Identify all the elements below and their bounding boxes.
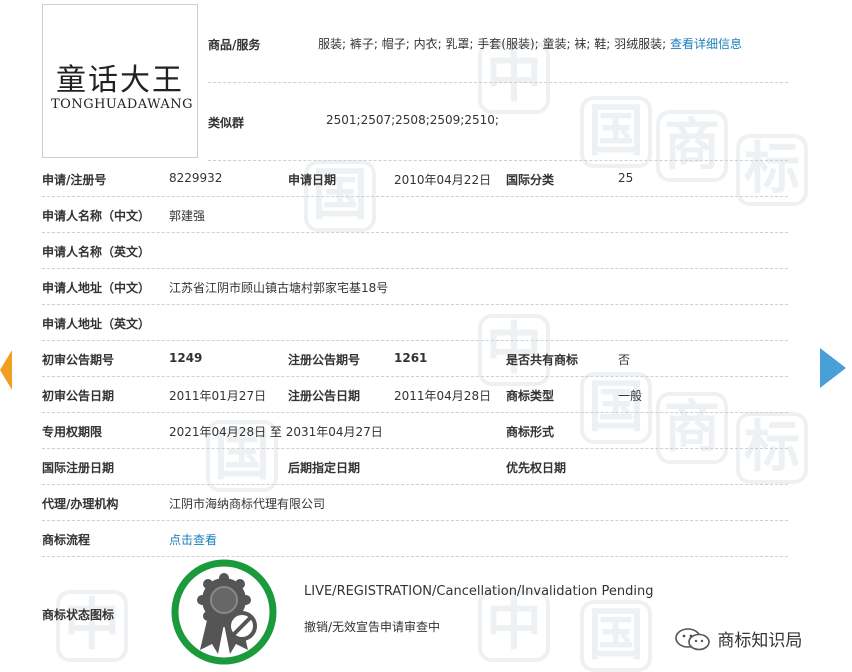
row-registration: 申请/注册号 8229932 申请日期 2010年04月22日 国际分类 25 — [42, 160, 788, 197]
reg-no-label: 申请/注册号 — [42, 173, 107, 187]
row-applicant-cn: 申请人名称（中文） 郭建强 — [42, 196, 788, 233]
shared-label: 是否共有商标 — [506, 353, 579, 367]
status-icon-label: 商标状态图标 — [42, 608, 115, 622]
similar-group-label: 类似群 — [208, 116, 245, 130]
reg-pub-no-label: 注册公告期号 — [288, 353, 361, 367]
prelim-date-value: 2011年01月27日 — [169, 389, 267, 403]
trademark-logo-pinyin: TONGHUADAWANG — [51, 97, 194, 112]
goods-detail-link[interactable]: 查看详细信息 — [670, 37, 742, 51]
trademark-image: 童话大王 TONGHUADAWANG — [42, 4, 198, 158]
trademark-logo-text: 童话大王 — [56, 63, 184, 98]
row-status: 商标状态图标 LIVE/REGISTRATION/Cancellation/In… — [42, 556, 788, 672]
prelim-date-label: 初审公告日期 — [42, 389, 115, 403]
later-date-label: 后期指定日期 — [288, 461, 361, 475]
intl-class-label: 国际分类 — [506, 173, 555, 187]
prelim-no-value: 1249 — [169, 351, 203, 365]
flow-label: 商标流程 — [42, 533, 91, 547]
status-cn-text: 撤销/无效宣告申请审查中 — [304, 620, 441, 634]
status-en-text: LIVE/REGISTRATION/Cancellation/Invalidat… — [304, 584, 654, 599]
applicant-cn-label: 申请人名称（中文） — [42, 209, 151, 223]
apply-date-value: 2010年04月22日 — [394, 173, 492, 187]
row-exclusive: 专用权期限 2021年04月28日 至 2031年04月27日 商标形式 — [42, 412, 788, 449]
tm-type-label: 商标类型 — [506, 389, 555, 403]
address-cn-label: 申请人地址（中文） — [42, 281, 151, 295]
applicant-cn-value: 郭建强 — [169, 209, 206, 223]
address-cn-value: 江苏省江阴市顾山镇古塘村郭家宅基18号 — [169, 281, 389, 295]
row-address-cn: 申请人地址（中文） 江苏省江阴市顾山镇古塘村郭家宅基18号 — [42, 268, 788, 305]
priority-date-label: 优先权日期 — [506, 461, 567, 475]
reg-pub-no-value: 1261 — [394, 351, 428, 365]
tm-form-label: 商标形式 — [506, 425, 555, 439]
row-applicant-en: 申请人名称（英文） — [42, 232, 788, 269]
exclusive-value: 2021年04月28日 至 2031年04月27日 — [169, 425, 383, 439]
row-dates: 国际注册日期 后期指定日期 优先权日期 — [42, 448, 788, 485]
row-announcement-no: 初审公告期号 1249 注册公告期号 1261 是否共有商标 否 — [42, 340, 788, 377]
goods-label: 商品/服务 — [208, 38, 261, 52]
prev-arrow-icon[interactable] — [0, 350, 12, 390]
intl-reg-date-label: 国际注册日期 — [42, 461, 115, 475]
apply-date-label: 申请日期 — [288, 173, 337, 187]
goods-row: 商品/服务 服装; 裤子; 帽子; 内衣; 乳罩; 手套(服装); 童装; 袜;… — [208, 4, 788, 83]
reg-no-value: 8229932 — [169, 171, 223, 185]
agent-value: 江阴市海纳商标代理有限公司 — [169, 497, 326, 511]
flow-link[interactable]: 点击查看 — [169, 531, 217, 548]
tm-type-value: 一般 — [618, 389, 643, 403]
next-arrow-icon[interactable] — [820, 348, 846, 388]
wechat-account-name: 商标知识局 — [717, 631, 803, 651]
prelim-no-label: 初审公告期号 — [42, 353, 115, 367]
reg-pub-date-value: 2011年04月28日 — [394, 389, 492, 403]
address-en-label: 申请人地址（英文） — [42, 317, 151, 331]
agent-label: 代理/办理机构 — [42, 497, 119, 511]
goods-value: 服装; 裤子; 帽子; 内衣; 乳罩; 手套(服装); 童装; 袜; 鞋; 羽绒… — [318, 35, 742, 52]
similar-group-row: 类似群 2501;2507;2508;2509;2510; — [208, 82, 788, 161]
row-announcement-date: 初审公告日期 2011年01月27日 注册公告日期 2011年04月28日 商标… — [42, 376, 788, 413]
similar-group-value: 2501;2507;2508;2509;2510; — [326, 113, 499, 127]
exclusive-label: 专用权期限 — [42, 425, 103, 439]
status-badge-icon — [171, 559, 277, 665]
goods-text: 服装; 裤子; 帽子; 内衣; 乳罩; 手套(服装); 童装; 袜; 鞋; 羽绒… — [318, 37, 667, 51]
shared-value: 否 — [618, 353, 631, 367]
row-flow: 商标流程 点击查看 — [42, 520, 788, 557]
row-agent: 代理/办理机构 江阴市海纳商标代理有限公司 — [42, 484, 788, 521]
wechat-icon — [675, 628, 710, 651]
intl-class-value: 25 — [618, 171, 634, 185]
row-address-en: 申请人地址（英文） — [42, 304, 788, 341]
applicant-en-label: 申请人名称（英文） — [42, 245, 151, 259]
reg-pub-date-label: 注册公告日期 — [288, 389, 361, 403]
wechat-watermark: 商标知识局 — [674, 626, 802, 651]
